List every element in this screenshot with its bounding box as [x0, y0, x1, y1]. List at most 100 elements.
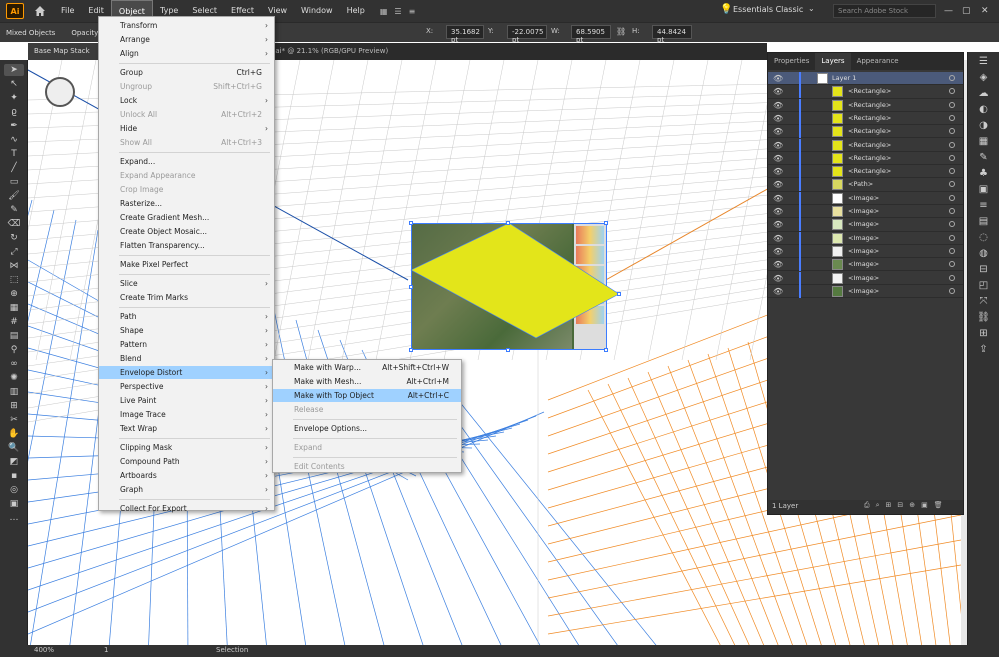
transform-icon[interactable]: ⤧ [976, 296, 992, 308]
panel-tab-properties[interactable]: Properties [768, 53, 815, 70]
brushes-icon[interactable]: ✎ [976, 152, 992, 164]
target-circle-icon[interactable] [949, 88, 955, 95]
graphic-styles-icon[interactable]: ▣ [976, 184, 992, 196]
panel-tab-appearance[interactable]: Appearance [851, 53, 905, 70]
layer-row[interactable]: 👁 <Image> [768, 231, 963, 245]
color-icon[interactable]: ◐ [976, 104, 992, 116]
pen-tool-icon[interactable]: ✒ [4, 120, 24, 132]
menu-item-slice[interactable]: Slice › [99, 277, 274, 290]
appearance-icon[interactable]: ◍ [976, 248, 992, 260]
layers-icon[interactable]: ◈ [976, 72, 992, 84]
target-circle-icon[interactable] [949, 181, 955, 188]
menu-file[interactable]: File [54, 0, 81, 22]
bounding-handle[interactable] [604, 348, 608, 352]
menu-item-align[interactable]: Align › [99, 47, 274, 60]
free-transform-tool-icon[interactable]: ⬚ [4, 274, 24, 286]
line-tool-icon[interactable]: ╱ [4, 162, 24, 174]
target-circle-icon[interactable] [949, 247, 955, 254]
artboard-tool-icon[interactable]: ⊞ [4, 400, 24, 412]
menu-item-rasterize[interactable]: Rasterize... [99, 197, 274, 210]
layer-row[interactable]: 👁 <Rectangle> [768, 151, 963, 166]
layer-row[interactable]: 👁 <Image> [768, 244, 963, 259]
document-tab-current[interactable]: o.ai* @ 21.1% (RGB/GPU Preview) [263, 43, 394, 60]
target-circle-icon[interactable] [949, 208, 955, 214]
gradient-tool-icon[interactable]: ▤ [4, 330, 24, 342]
mesh-tool-icon[interactable]: # [4, 316, 24, 328]
menu-item-hide[interactable]: Hide › [99, 122, 274, 135]
color-mode-icon[interactable]: ▪ [4, 470, 24, 482]
layer-row[interactable]: 👁 <Image> [768, 284, 963, 299]
align-icon[interactable]: ⊟ [976, 264, 992, 276]
target-circle-icon[interactable] [949, 194, 955, 201]
menu-item-artboards[interactable]: Artboards › [99, 469, 274, 482]
direct-selection-tool-icon[interactable]: ↖ [4, 78, 24, 90]
target-circle-icon[interactable] [949, 101, 955, 108]
zoom-tool-icon[interactable]: 🔍 [4, 442, 24, 454]
menu-item-group[interactable]: Group Ctrl+G [99, 66, 274, 79]
eye-icon[interactable]: 👁 [773, 167, 783, 176]
menu-window[interactable]: Window [294, 0, 340, 22]
layer-row[interactable]: 👁 <Rectangle> [768, 85, 963, 99]
layer-row[interactable]: 👁 <Image> [768, 258, 963, 272]
bounding-handle[interactable] [617, 292, 621, 296]
target-circle-icon[interactable] [949, 114, 955, 121]
rotate-tool-icon[interactable]: ↻ [4, 232, 24, 244]
pencil-tool-icon[interactable]: ✎ [4, 204, 24, 216]
links-icon[interactable]: ⛓ [976, 312, 992, 324]
lasso-tool-icon[interactable]: ϱ [4, 106, 24, 118]
layer-row[interactable]: 👁 <Image> [768, 191, 963, 205]
target-circle-icon[interactable] [949, 75, 955, 81]
panel-tab-layers[interactable]: Layers [815, 53, 851, 70]
draw-mode-icon[interactable]: ◎ [4, 484, 24, 496]
menu-item-pattern[interactable]: Pattern › [99, 338, 274, 351]
menu-item-make-with-top-object[interactable]: Make with Top Object Alt+Ctrl+C [273, 389, 461, 402]
gradient-icon[interactable]: ▤ [976, 216, 992, 228]
menu-item-lock[interactable]: Lock › [99, 94, 274, 107]
target-circle-icon[interactable] [949, 154, 955, 161]
column-graph-tool-icon[interactable]: ▥ [4, 386, 24, 398]
scale-tool-icon[interactable]: ⤢ [4, 246, 24, 258]
layer-row[interactable]: 👁 <Image> [768, 218, 963, 232]
w-field[interactable]: 68.5905 pt [571, 25, 611, 44]
target-circle-icon[interactable] [949, 128, 955, 135]
symbol-sprayer-tool-icon[interactable]: ✺ [4, 372, 24, 384]
menu-item-graph[interactable]: Graph › [99, 483, 274, 496]
eraser-tool-icon[interactable]: ⌫ [4, 218, 24, 230]
target-circle-icon[interactable] [949, 287, 955, 294]
bounding-handle[interactable] [409, 221, 413, 225]
menu-item-shape[interactable]: Shape › [99, 324, 274, 337]
blend-tool-icon[interactable]: ∞ [4, 358, 24, 370]
lightbulb-icon[interactable]: 💡 [720, 4, 732, 15]
eye-icon[interactable]: 👁 [773, 114, 783, 123]
bounding-handle[interactable] [506, 221, 510, 225]
selection-tool-icon[interactable]: ➤ [4, 64, 24, 76]
eye-icon[interactable]: 👁 [773, 141, 783, 150]
align-left-icon[interactable]: ☰ [394, 7, 401, 16]
zoom-level[interactable]: 400% [34, 646, 54, 654]
menu-item-create-gradient-mesh[interactable]: Create Gradient Mesh... [99, 211, 274, 224]
menu-item-compound-path[interactable]: Compound Path › [99, 455, 274, 468]
adobe-stock-search[interactable]: Search Adobe Stock [833, 4, 936, 18]
eye-icon[interactable]: 👁 [773, 101, 783, 110]
menu-item-path[interactable]: Path › [99, 310, 274, 323]
yellow-distort-shape[interactable] [410, 222, 620, 339]
hand-tool-icon[interactable]: ✋ [4, 428, 24, 440]
swatches-icon[interactable]: ▦ [976, 136, 992, 148]
layer-actions-icons[interactable]: ⎙⌕⊞⊟⊕▣🗑 [864, 501, 949, 510]
eyedropper-tool-icon[interactable]: ⚲ [4, 344, 24, 356]
symbols-icon[interactable]: ♣ [976, 168, 992, 180]
workspace-switcher[interactable]: Essentials Classic [733, 5, 803, 14]
artboards-icon[interactable]: ⊞ [976, 328, 992, 340]
menu-item-live-paint[interactable]: Live Paint › [99, 394, 274, 407]
layer-row-layer-1[interactable]: 👁 Layer 1 [768, 72, 963, 86]
eye-icon[interactable]: 👁 [773, 207, 783, 216]
eye-icon[interactable]: 👁 [773, 180, 783, 189]
perspective-grid-tool-icon[interactable]: ▦ [4, 302, 24, 314]
home-icon[interactable] [32, 3, 48, 19]
bounding-handle[interactable] [604, 221, 608, 225]
layer-row[interactable]: 👁 <Image> [768, 271, 963, 285]
eye-icon[interactable]: 👁 [773, 260, 783, 269]
paintbrush-tool-icon[interactable]: 🖌 [4, 190, 24, 202]
maximize-button[interactable]: ▢ [962, 0, 971, 22]
menu-item-arrange[interactable]: Arrange › [99, 33, 274, 46]
